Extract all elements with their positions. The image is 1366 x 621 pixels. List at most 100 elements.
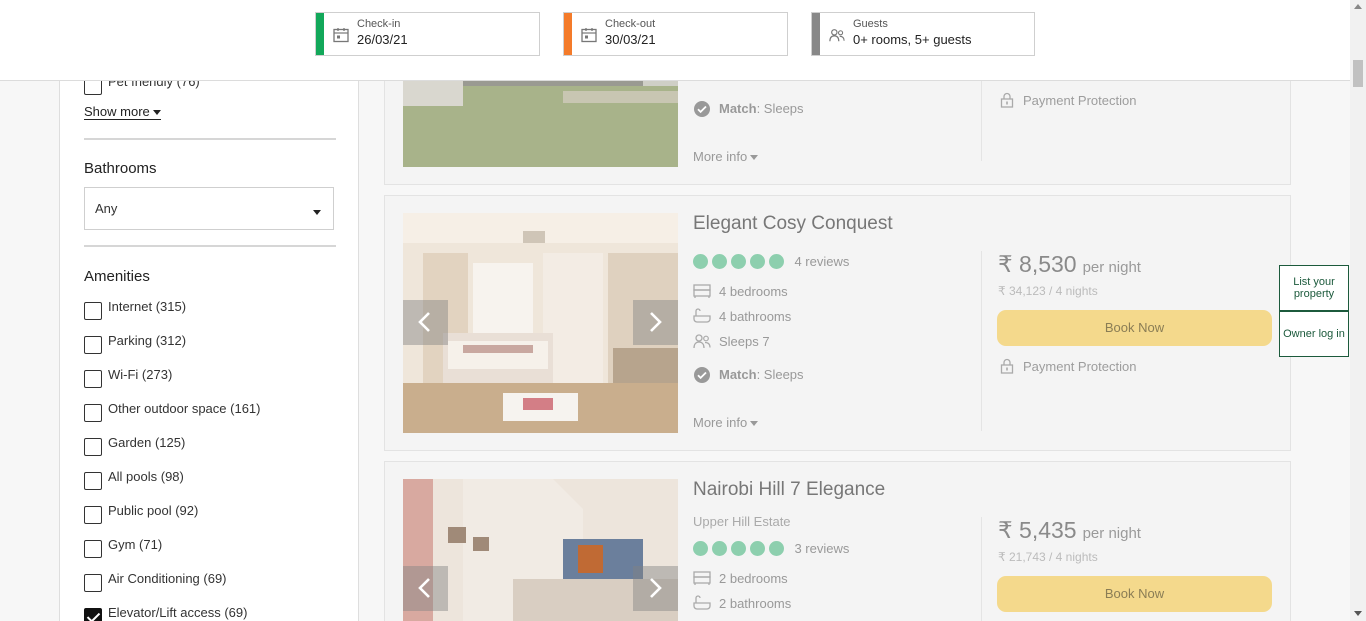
rating-stars: 4 reviews: [693, 253, 849, 270]
more-info-label: More info: [693, 149, 748, 164]
checkbox[interactable]: [84, 472, 102, 490]
listing-title[interactable]: Nairobi Hill 7 Elegance: [693, 479, 885, 501]
bedrooms-label: 4 bedrooms: [719, 284, 788, 299]
rating-dot-icon: [712, 254, 727, 270]
price-unit: per night: [1082, 525, 1141, 542]
calendar-icon: [333, 28, 349, 43]
match-value: : Sleeps: [756, 101, 804, 116]
listing-card[interactable]: Elegant Cosy Conquest 4 reviews 4 bedroo…: [384, 195, 1291, 451]
guests-label: Guests: [853, 18, 888, 30]
listing-card[interactable]: Nairobi Hill 7 Elegance Upper Hill Estat…: [384, 461, 1291, 621]
total-price: ₹ 34,123 / 4 nights: [998, 284, 1098, 298]
amenities-title: Amenities: [84, 268, 150, 285]
price-amount: ₹ 8,530: [998, 251, 1077, 277]
checkbox[interactable]: [84, 506, 102, 524]
checkbox[interactable]: [84, 302, 102, 320]
checkbox[interactable]: [84, 336, 102, 354]
bed-icon: [693, 571, 711, 585]
reviews-count[interactable]: 4 reviews: [794, 254, 849, 269]
match-text: Match: Sleeps: [719, 101, 804, 116]
rating-dot-icon: [731, 541, 746, 557]
price: ₹ 5,435 per night: [998, 517, 1141, 544]
rating-dot-icon: [693, 541, 708, 557]
scroll-down-arrow-icon[interactable]: [1354, 611, 1362, 616]
listing-location: Upper Hill Estate: [693, 514, 791, 529]
page-scrollbar[interactable]: [1350, 0, 1366, 621]
filter-sidebar: Pet friendly (76) Show more Bathrooms An…: [59, 0, 359, 621]
lock-icon: [1000, 92, 1014, 108]
checkbox-label: Gym (71): [108, 537, 163, 552]
guests-value: 0+ rooms, 5+ guests: [853, 32, 972, 47]
listing-title[interactable]: Elegant Cosy Conquest: [693, 213, 893, 235]
sleeps-label: Sleeps 7: [719, 334, 770, 349]
more-info-label: More info: [693, 415, 748, 430]
owner-login-button[interactable]: Owner log in: [1279, 311, 1349, 357]
match-text: Match: Sleeps: [719, 367, 804, 382]
book-now-button[interactable]: Book Now: [997, 576, 1272, 612]
caret-down-icon: [750, 155, 759, 161]
bathrooms-select-value: Any: [95, 201, 118, 216]
checkbox-label: Internet (315): [108, 299, 187, 314]
checkbox-label: Public pool (92): [108, 503, 199, 518]
bathrooms-label: 4 bathrooms: [719, 309, 792, 324]
price-unit: per night: [1082, 259, 1141, 276]
bed-icon: [693, 284, 711, 298]
checkbox-label: Parking (312): [108, 333, 187, 348]
checkbox-label: Wi-Fi (273): [108, 367, 173, 382]
rating-dot-icon: [693, 254, 708, 270]
checkout-stripe: [564, 13, 572, 55]
checkbox[interactable]: [84, 370, 102, 388]
checkbox-checked[interactable]: [84, 608, 102, 621]
payment-protection-label: Payment Protection: [1023, 359, 1137, 374]
scrollbar-thumb[interactable]: [1353, 60, 1363, 87]
checkbox[interactable]: [84, 438, 102, 456]
caret-down-icon: [750, 421, 759, 427]
more-info-link[interactable]: More info: [693, 149, 759, 164]
bathtub-icon: [693, 308, 711, 323]
checkbox-label: All pools (98): [108, 469, 184, 484]
check-circle-icon: [694, 367, 710, 383]
checkbox[interactable]: [84, 404, 102, 422]
checkbox-label: Elevator/Lift access (69): [108, 605, 248, 620]
chevron-left-icon: [418, 578, 430, 598]
checkbox[interactable]: [84, 574, 102, 592]
search-bar: Check-in 26/03/21 Check-out 30/03/21 Gue…: [0, 0, 1350, 81]
bathrooms-select[interactable]: Any: [84, 187, 334, 230]
payment-protection-label: Payment Protection: [1023, 93, 1137, 108]
guests-icon: [693, 334, 711, 349]
reviews-count[interactable]: 3 reviews: [794, 541, 849, 556]
checkin-stripe: [316, 13, 324, 55]
checkbox[interactable]: [84, 540, 102, 558]
photo-prev-button[interactable]: [403, 300, 448, 345]
guests-stripe: [812, 13, 820, 55]
book-now-button[interactable]: Book Now: [997, 310, 1272, 346]
more-info-link[interactable]: More info: [693, 415, 759, 430]
checkbox-label: Air Conditioning (69): [108, 571, 227, 586]
checkin-value: 26/03/21: [357, 32, 408, 47]
rating-dot-icon: [712, 541, 727, 557]
photo-next-button[interactable]: [633, 566, 678, 611]
scroll-up-arrow-icon[interactable]: [1354, 4, 1362, 9]
chevron-left-icon: [418, 312, 430, 332]
checkout-field[interactable]: Check-out 30/03/21: [563, 12, 788, 56]
checkbox-label: Garden (125): [108, 435, 186, 450]
bathtub-icon: [693, 595, 711, 610]
lock-icon: [1000, 358, 1014, 374]
photo-prev-button[interactable]: [403, 566, 448, 611]
price-amount: ₹ 5,435: [998, 517, 1077, 543]
bathrooms-title: Bathrooms: [84, 160, 157, 177]
divider: [981, 517, 982, 621]
listing-photo[interactable]: [403, 479, 678, 621]
checkin-field[interactable]: Check-in 26/03/21: [315, 12, 540, 56]
photo-next-button[interactable]: [633, 300, 678, 345]
list-your-property-button[interactable]: List your property: [1279, 265, 1349, 311]
checkbox-label: Other outdoor space (161): [108, 401, 261, 416]
caret-down-icon: [313, 210, 321, 215]
rating-dot-icon: [769, 254, 784, 270]
rating-dot-icon: [750, 254, 765, 270]
show-more-link[interactable]: Show more: [84, 104, 161, 120]
rating-dot-icon: [750, 541, 765, 557]
guests-field[interactable]: Guests 0+ rooms, 5+ guests: [811, 12, 1035, 56]
listing-photo[interactable]: [403, 213, 678, 433]
match-value: : Sleeps: [756, 367, 804, 382]
